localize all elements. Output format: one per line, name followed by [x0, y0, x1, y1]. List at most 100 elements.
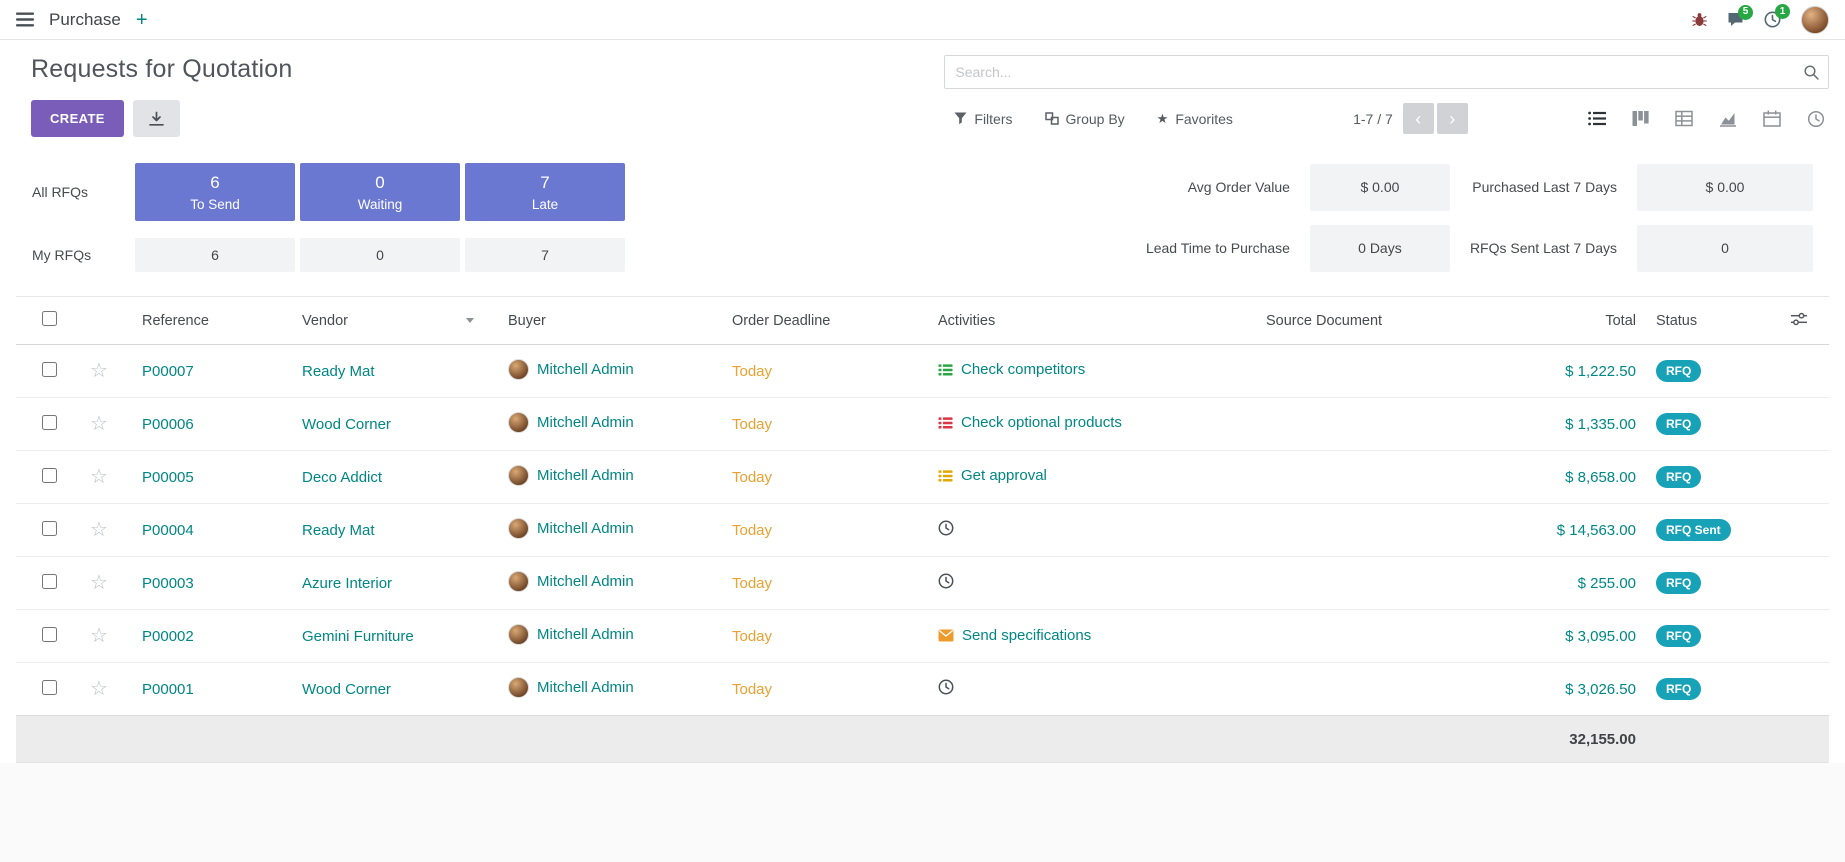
row-checkbox[interactable]	[42, 415, 57, 430]
buyer-link[interactable]: Mitchell Admin	[537, 467, 634, 484]
app-name-menu[interactable]: Purchase	[49, 10, 121, 30]
table-row[interactable]: P00005 Deco Addict Mitchell Admin Today …	[16, 451, 1829, 504]
order-deadline-value: Today	[732, 681, 772, 698]
row-checkbox[interactable]	[42, 680, 57, 695]
lead-time-value[interactable]: 0 Days	[1310, 225, 1450, 272]
row-checkbox[interactable]	[42, 521, 57, 536]
add-tab-plus-icon[interactable]: +	[136, 10, 148, 30]
buyer-link[interactable]: Mitchell Admin	[537, 520, 634, 537]
my-waiting-count[interactable]: 0	[300, 238, 460, 272]
tile-waiting[interactable]: 0 Waiting	[300, 163, 460, 221]
my-to-send-count[interactable]: 6	[135, 238, 295, 272]
kpi-grid: Avg Order Value $ 0.00 Purchased Last 7 …	[1146, 164, 1813, 272]
purchase-app-screen: Purchase + 5 1 Requests for Quotation	[0, 0, 1845, 862]
select-all-checkbox[interactable]	[42, 311, 57, 326]
pager-next-button[interactable]	[1437, 103, 1468, 134]
navbar-left: Purchase +	[16, 10, 148, 30]
create-button[interactable]: CREATE	[31, 100, 124, 137]
reference-link[interactable]: P00007	[142, 363, 194, 380]
export-button[interactable]	[133, 100, 180, 137]
vendor-link[interactable]: Azure Interior	[302, 575, 392, 592]
table-row[interactable]: P00007 Ready Mat Mitchell Admin Today Ch…	[16, 345, 1829, 398]
clock-icon[interactable]	[938, 573, 954, 589]
buyer-link[interactable]: Mitchell Admin	[537, 626, 634, 643]
column-total[interactable]: Total	[1516, 297, 1646, 345]
debug-bug-icon[interactable]	[1692, 12, 1707, 27]
column-buyer[interactable]: Buyer	[498, 297, 722, 345]
column-activities[interactable]: Activities	[928, 297, 1256, 345]
activity-label[interactable]: Send specifications	[962, 627, 1091, 644]
favorite-star-icon[interactable]	[90, 413, 108, 435]
vendor-link[interactable]: Ready Mat	[302, 522, 375, 539]
favorite-star-icon[interactable]	[90, 360, 108, 382]
vendor-link[interactable]: Gemini Furniture	[302, 628, 414, 645]
reference-link[interactable]: P00004	[142, 522, 194, 539]
buyer-avatar	[508, 412, 529, 433]
pager-previous-button[interactable]	[1403, 103, 1434, 134]
favorite-star-icon[interactable]	[90, 466, 108, 488]
column-vendor[interactable]: Vendor	[292, 297, 498, 345]
row-checkbox[interactable]	[42, 468, 57, 483]
column-order-deadline[interactable]: Order Deadline	[722, 297, 928, 345]
rfqs-sent-value[interactable]: 0	[1637, 225, 1813, 272]
list-view-icon[interactable]	[1588, 110, 1606, 127]
vendor-link[interactable]: Deco Addict	[302, 469, 382, 486]
tasks-icon[interactable]	[938, 363, 953, 377]
buyer-link[interactable]: Mitchell Admin	[537, 679, 634, 696]
column-reference[interactable]: Reference	[132, 297, 292, 345]
table-row[interactable]: P00002 Gemini Furniture Mitchell Admin T…	[16, 610, 1829, 663]
activities-icon[interactable]: 1	[1764, 11, 1781, 28]
activity-label[interactable]: Check competitors	[961, 361, 1085, 378]
reference-link[interactable]: P00003	[142, 575, 194, 592]
row-checkbox[interactable]	[42, 362, 57, 377]
search-input[interactable]	[944, 55, 1829, 89]
search-icon[interactable]	[1803, 64, 1820, 81]
tasks-icon[interactable]	[938, 469, 953, 483]
tile-to-send[interactable]: 6 To Send	[135, 163, 295, 221]
table-row[interactable]: P00004 Ready Mat Mitchell Admin Today $ …	[16, 504, 1829, 557]
favorite-star-icon[interactable]	[90, 625, 108, 647]
activity-view-icon[interactable]	[1807, 110, 1825, 128]
reference-link[interactable]: P00002	[142, 628, 194, 645]
clock-icon[interactable]	[938, 679, 954, 695]
messages-icon[interactable]: 5	[1727, 12, 1744, 28]
tile-late[interactable]: 7 Late	[465, 163, 625, 221]
buyer-link[interactable]: Mitchell Admin	[537, 414, 634, 431]
pivot-view-icon[interactable]	[1675, 110, 1693, 127]
group-by-button[interactable]: Group By	[1045, 111, 1125, 127]
row-checkbox[interactable]	[42, 627, 57, 642]
clock-icon[interactable]	[938, 520, 954, 536]
favorite-star-icon[interactable]	[90, 678, 108, 700]
filters-button[interactable]: Filters	[954, 111, 1012, 127]
calendar-view-icon[interactable]	[1763, 110, 1781, 127]
column-source-document[interactable]: Source Document	[1256, 297, 1516, 345]
vendor-link[interactable]: Wood Corner	[302, 416, 391, 433]
reference-link[interactable]: P00006	[142, 416, 194, 433]
favorite-star-icon[interactable]	[90, 519, 108, 541]
buyer-link[interactable]: Mitchell Admin	[537, 573, 634, 590]
column-status[interactable]: Status	[1646, 297, 1761, 345]
activity-label[interactable]: Get approval	[961, 467, 1047, 484]
kanban-view-icon[interactable]	[1632, 110, 1649, 127]
envelope-icon[interactable]	[938, 629, 954, 642]
table-row[interactable]: P00006 Wood Corner Mitchell Admin Today …	[16, 398, 1829, 451]
row-checkbox[interactable]	[42, 574, 57, 589]
buyer-link[interactable]: Mitchell Admin	[537, 361, 634, 378]
table-row[interactable]: P00003 Azure Interior Mitchell Admin Tod…	[16, 557, 1829, 610]
table-row[interactable]: P00001 Wood Corner Mitchell Admin Today …	[16, 663, 1829, 716]
reference-link[interactable]: P00005	[142, 469, 194, 486]
favorites-button[interactable]: Favorites	[1157, 111, 1233, 127]
vendor-link[interactable]: Ready Mat	[302, 363, 375, 380]
purchased-last-7-days[interactable]: $ 0.00	[1637, 164, 1813, 211]
favorite-star-icon[interactable]	[90, 572, 108, 594]
apps-menu-icon[interactable]	[16, 12, 34, 27]
vendor-link[interactable]: Wood Corner	[302, 681, 391, 698]
tasks-icon[interactable]	[938, 416, 953, 430]
avg-order-value[interactable]: $ 0.00	[1310, 164, 1450, 211]
graph-view-icon[interactable]	[1719, 110, 1737, 127]
reference-link[interactable]: P00001	[142, 681, 194, 698]
my-late-count[interactable]: 7	[465, 238, 625, 272]
activity-label[interactable]: Check optional products	[961, 414, 1122, 431]
optional-columns-icon[interactable]	[1791, 312, 1807, 326]
user-avatar[interactable]	[1801, 6, 1829, 34]
